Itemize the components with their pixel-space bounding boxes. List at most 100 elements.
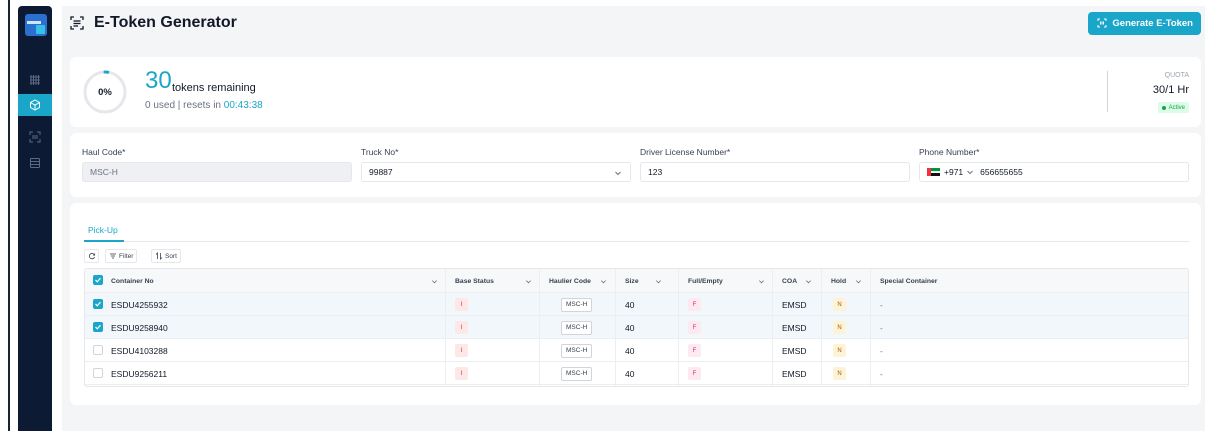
col-hold[interactable]: Hold — [831, 269, 846, 293]
status-dot-icon — [1161, 105, 1166, 110]
quota-label: QUOTA — [1164, 72, 1189, 79]
check-icon — [95, 324, 101, 330]
col-special-container[interactable]: Special Container — [880, 269, 937, 293]
row-checkbox[interactable] — [93, 345, 103, 355]
usage-reset-line: 0 used | resets in 00:43:38 — [145, 100, 263, 111]
chevron-down-icon — [967, 170, 974, 175]
sidebar-item-etoken[interactable] — [18, 94, 52, 116]
chevron-down-icon[interactable] — [431, 278, 438, 285]
table-header-row: Container No Base Status Haulier Code Si… — [85, 269, 1188, 293]
country-code-select[interactable]: +971 — [944, 167, 963, 177]
full-empty-badge: F — [688, 344, 701, 357]
driver-license-field[interactable]: 123 — [640, 162, 910, 182]
token-form: Haul Code* MSC-H Truck No* 99887 Driver … — [70, 133, 1201, 197]
col-base-status[interactable]: Base Status — [455, 269, 494, 293]
status-text: Active — [1168, 104, 1185, 111]
full-empty-badge: F — [688, 298, 701, 311]
haulier-code-badge: MSC-H — [561, 366, 593, 381]
chevron-down-icon[interactable] — [758, 278, 765, 285]
check-icon — [95, 301, 101, 307]
column-divider — [615, 269, 616, 386]
row-checkbox[interactable] — [93, 299, 103, 309]
hold-badge: N — [833, 344, 846, 357]
phone-number-field[interactable]: +971 656655655 — [919, 162, 1189, 182]
cube-icon — [30, 99, 40, 111]
hold-badge: N — [833, 321, 846, 334]
sort-label: Sort — [165, 252, 177, 260]
chevron-down-icon[interactable] — [655, 278, 662, 285]
cell-container-no: ESDU9256211 — [111, 368, 168, 379]
sidebar — [18, 6, 52, 431]
haulier-code-badge: MSC-H — [561, 320, 593, 335]
truck-no-value: 99887 — [369, 167, 393, 177]
chevron-down-icon[interactable] — [855, 278, 862, 285]
tab-pick-up[interactable]: Pick-Up — [88, 225, 118, 235]
cell-special-container: - — [880, 322, 883, 333]
column-divider — [772, 269, 773, 386]
quota-value: 30/1 Hr — [1152, 84, 1189, 96]
column-divider — [445, 269, 446, 386]
chevron-down-icon[interactable] — [805, 278, 812, 285]
hold-badge: N — [833, 367, 846, 380]
col-coa[interactable]: COA — [782, 269, 797, 293]
cell-size: 40 — [625, 322, 635, 333]
cell-container-no: ESDU4103288 — [111, 345, 168, 356]
cell-size: 40 — [625, 368, 635, 379]
haul-code-field[interactable]: MSC-H — [82, 162, 352, 182]
generate-etoken-button[interactable]: Generate E-Token — [1088, 12, 1201, 35]
phone-number-value: 656655655 — [980, 167, 1023, 177]
sidebar-item-scan[interactable] — [18, 126, 52, 148]
stack-icon — [30, 158, 40, 168]
base-status-badge: I — [455, 344, 468, 357]
row-checkbox[interactable] — [93, 322, 103, 332]
hold-badge: N — [833, 298, 846, 311]
containers-table: Container No Base Status Haulier Code Si… — [84, 268, 1189, 387]
refresh-icon — [88, 253, 95, 260]
scan-icon — [29, 131, 41, 143]
cell-coa: EMSD — [782, 345, 807, 356]
uae-flag-icon — [927, 168, 940, 176]
column-divider — [539, 269, 540, 386]
row-checkbox[interactable] — [93, 368, 103, 378]
sidebar-item-dashboard[interactable] — [18, 69, 52, 91]
truck-no-select[interactable]: 99887 — [361, 162, 631, 182]
col-size[interactable]: Size — [625, 269, 639, 293]
app-logo — [25, 14, 47, 36]
token-icon — [70, 16, 84, 30]
base-status-badge: I — [455, 367, 468, 380]
container-table-card: Pick-Up Filter Sort Container No Base St… — [70, 203, 1201, 405]
sort-icon — [155, 252, 163, 260]
filter-label: Filter — [119, 252, 134, 260]
tokens-remaining-count: 30 — [145, 67, 172, 94]
col-haulier-code[interactable]: Haulier Code — [549, 269, 591, 293]
chevron-down-icon[interactable] — [525, 278, 532, 285]
reset-timer: 00:43:38 — [223, 100, 263, 111]
page-header: E-Token Generator Generate E-Token — [62, 6, 1205, 44]
table-row[interactable]: ESDU9256211 I MSC-H 40 F EMSD N - — [85, 362, 1188, 385]
quota-percent: 0% — [98, 86, 112, 98]
chevron-down-icon[interactable] — [600, 278, 607, 285]
col-container-no[interactable]: Container No — [111, 269, 154, 293]
table-row[interactable]: ESDU4103288 I MSC-H 40 F EMSD N - — [85, 339, 1188, 362]
filter-button[interactable]: Filter — [105, 249, 138, 263]
cell-size: 40 — [625, 299, 635, 310]
tab-divider — [84, 241, 1189, 242]
base-status-badge: I — [455, 298, 468, 311]
select-all-checkbox[interactable] — [93, 275, 103, 285]
table-row[interactable]: ESDU4255932 I MSC-H 40 F EMSD N - — [85, 293, 1188, 316]
cell-special-container: - — [880, 345, 883, 356]
sort-button[interactable]: Sort — [151, 249, 181, 263]
col-full-empty[interactable]: Full/Empty — [688, 269, 723, 293]
cell-special-container: - — [880, 368, 883, 379]
driver-license-value: 123 — [648, 167, 663, 177]
phone-number-label: Phone Number* — [919, 147, 980, 157]
cell-container-no: ESDU9258940 — [111, 322, 168, 333]
cell-size: 40 — [625, 345, 635, 356]
table-row[interactable]: ESDU9258940 I MSC-H 40 F EMSD N - — [85, 316, 1188, 339]
base-status-badge: I — [455, 321, 468, 334]
cell-coa: EMSD — [782, 299, 807, 310]
haulier-code-badge: MSC-H — [561, 343, 593, 358]
refresh-button[interactable] — [84, 249, 99, 263]
usage-text: 0 used | resets in — [145, 100, 221, 111]
sidebar-item-records[interactable] — [18, 152, 52, 174]
